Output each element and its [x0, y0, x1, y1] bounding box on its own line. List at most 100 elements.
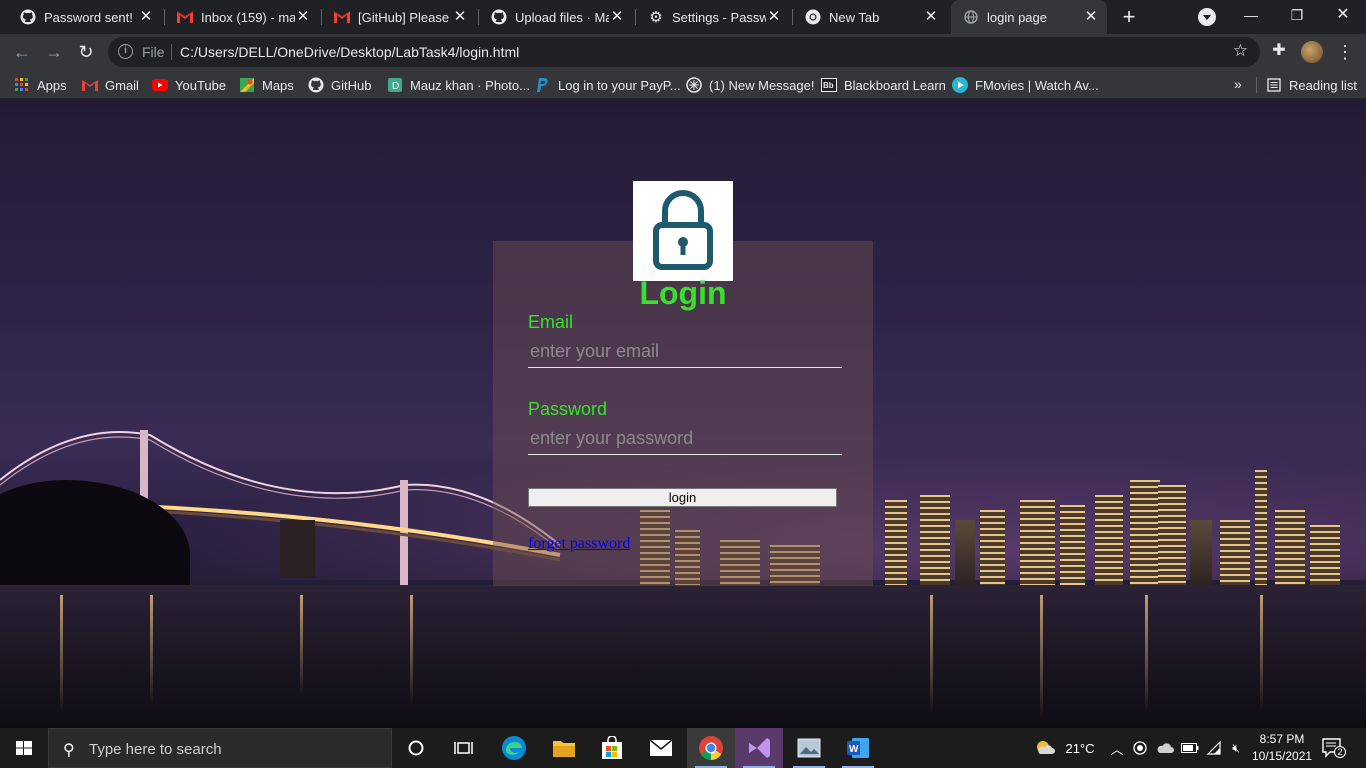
login-button[interactable]: login — [528, 488, 837, 507]
task-view-icon — [454, 742, 473, 754]
bookmark-youtube[interactable]: YouTube — [152, 75, 226, 95]
tab-password-sent[interactable]: Password sent! · G ✕ — [0, 0, 162, 34]
close-icon[interactable]: ✕ — [1083, 9, 1099, 25]
windows-start-button[interactable] — [0, 728, 48, 768]
water-reflection — [1260, 595, 1263, 710]
close-icon[interactable]: ✕ — [452, 9, 468, 25]
more-bookmarks-chevron-icon[interactable]: » — [1234, 76, 1242, 92]
weather-icon[interactable] — [1030, 728, 1060, 768]
photos-app[interactable] — [785, 728, 833, 768]
city-building — [920, 495, 950, 590]
profile-avatar[interactable] — [1301, 41, 1323, 63]
taskbar-search-box[interactable]: ⚲ Type here to search — [48, 728, 392, 768]
bookmark-gmail[interactable]: Gmail — [82, 75, 139, 95]
tab-upload-files[interactable]: Upload files · Mau ✕ — [471, 0, 633, 34]
close-icon[interactable]: ✕ — [138, 9, 154, 25]
close-icon[interactable]: ✕ — [766, 9, 782, 25]
battery-icon[interactable] — [1180, 728, 1200, 768]
blackboard-icon: Bb — [821, 77, 837, 93]
folder-icon — [553, 741, 575, 757]
cortana-button[interactable] — [392, 728, 440, 768]
password-label: Password — [528, 399, 608, 419]
info-icon[interactable]: i — [118, 44, 133, 59]
notification-count-badge: 2 — [1334, 746, 1346, 758]
tab-strip: Password sent! · G ✕ Inbox (159) - mau ✕… — [0, 0, 1366, 34]
reading-list-icon — [1266, 77, 1282, 93]
city-building — [980, 510, 1005, 590]
tab-login-page[interactable]: login page ✕ — [951, 0, 1107, 34]
bookmark-maps[interactable]: Maps — [239, 75, 294, 95]
mail-app[interactable] — [637, 728, 685, 768]
kebab-menu-icon[interactable]: ⋮ — [1336, 40, 1354, 64]
city-building — [1275, 510, 1305, 590]
edge-app[interactable] — [490, 728, 538, 768]
onedrive-cloud-icon[interactable] — [1154, 728, 1176, 768]
show-hidden-icons-chevron-icon[interactable]: ︿ — [1108, 728, 1126, 768]
bookmark-apps[interactable]: Apps — [14, 75, 67, 95]
close-icon[interactable]: ✕ — [295, 9, 311, 25]
reload-button[interactable]: ↻ — [74, 40, 98, 64]
search-placeholder: Type here to search — [89, 741, 222, 758]
tab-new-tab[interactable]: New Tab ✕ — [785, 0, 947, 34]
search-icon: ⚲ — [63, 742, 75, 759]
volume-muted-icon[interactable]: 🔇︎ — [1226, 728, 1246, 768]
visual-studio-app[interactable] — [735, 728, 783, 768]
wifi-icon[interactable] — [1204, 728, 1224, 768]
bookmark-paypal[interactable]: Log in to your PayP... — [535, 75, 681, 95]
url-text[interactable]: C:/Users/DELL/OneDrive/Desktop/LabTask4/… — [180, 44, 519, 60]
mail-envelope-icon — [649, 739, 673, 756]
file-explorer-app[interactable] — [540, 728, 588, 768]
restore-button[interactable]: ❐ — [1274, 0, 1320, 30]
minimize-button[interactable]: — — [1228, 0, 1274, 30]
bay-water — [0, 585, 1366, 728]
bookmark-github[interactable]: GitHub — [308, 75, 371, 95]
bookmark-fmovies[interactable]: FMovies | Watch Av... — [952, 75, 1099, 95]
word-app[interactable]: W — [834, 728, 882, 768]
back-button[interactable]: ← — [10, 40, 34, 64]
cortana-circle-icon — [408, 740, 424, 756]
extensions-puzzle-icon[interactable]: ✚ — [1270, 42, 1288, 60]
city-building — [1130, 480, 1160, 590]
github-icon — [308, 77, 324, 93]
record-icon[interactable] — [1130, 728, 1150, 768]
close-icon[interactable]: ✕ — [923, 9, 939, 25]
photos-icon — [797, 738, 821, 758]
address-bar[interactable]: i File C:/Users/DELL/OneDrive/Desktop/La… — [108, 37, 1260, 67]
close-window-button[interactable]: ✕ — [1320, 0, 1366, 30]
email-label: Email — [528, 312, 574, 332]
task-view-button[interactable] — [440, 728, 488, 768]
bookmark-new-message[interactable]: (1) New Message! — [686, 75, 814, 95]
microsoft-store-app[interactable] — [588, 728, 636, 768]
gmail-icon — [177, 9, 193, 25]
city-building — [1158, 485, 1186, 590]
visual-studio-icon — [749, 738, 770, 758]
gmail-icon — [334, 9, 350, 25]
bookmark-blackboard[interactable]: Bb Blackboard Learn — [821, 75, 946, 95]
tab-search-icon[interactable] — [1198, 8, 1216, 26]
water-reflection — [60, 595, 63, 715]
password-field[interactable] — [528, 423, 842, 455]
svg-text:W: W — [849, 744, 859, 755]
forward-button[interactable]: → — [42, 40, 66, 64]
clock-time: 8:57 PM — [1259, 732, 1305, 746]
tab-settings[interactable]: ⚙ Settings - Passwo ✕ — [628, 0, 790, 34]
lock-image — [633, 181, 733, 281]
bookmark-mauz-khan[interactable]: D Mauz khan · Photo... — [387, 75, 530, 95]
forget-password-link[interactable]: forget password — [528, 535, 630, 553]
notification-center-button[interactable]: 2 — [1322, 738, 1346, 758]
bookmark-label: FMovies | Watch Av... — [975, 77, 1099, 93]
reading-list-button[interactable]: Reading list — [1266, 75, 1357, 95]
system-clock[interactable]: 8:57 PM 10/15/2021 — [1252, 731, 1312, 765]
close-icon[interactable]: ✕ — [609, 9, 625, 25]
bookmark-label: Maps — [262, 77, 294, 93]
new-tab-button[interactable]: + — [1117, 5, 1141, 29]
gear-icon: ⚙ — [649, 9, 663, 26]
tab-title: New Tab — [829, 9, 880, 25]
tab-github-email[interactable]: [GitHub] Please re ✕ — [314, 0, 476, 34]
bookmark-star-icon[interactable]: ☆ — [1233, 41, 1248, 61]
chrome-icon — [805, 9, 821, 25]
tab-inbox[interactable]: Inbox (159) - mau ✕ — [157, 0, 319, 34]
weather-temperature[interactable]: 21°C — [1060, 728, 1100, 768]
chrome-app[interactable] — [687, 728, 735, 768]
email-field[interactable] — [528, 336, 842, 368]
